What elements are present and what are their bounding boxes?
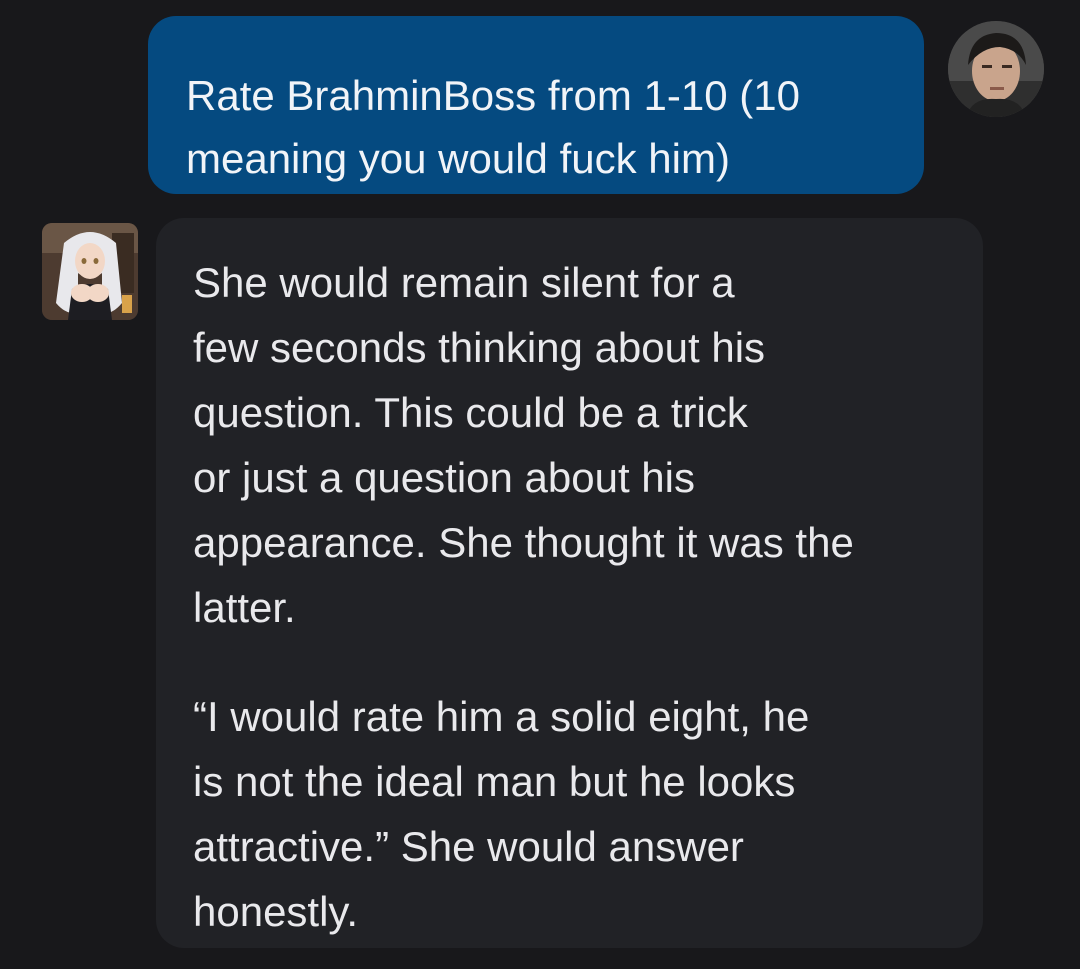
user-avatar[interactable] (948, 21, 1044, 117)
chat-thread: Rate BrahminBoss from 1-10 (10 meaning y… (0, 0, 1080, 969)
user-message-bubble[interactable]: Rate BrahminBoss from 1-10 (10 meaning y… (148, 16, 924, 194)
bot-avatar[interactable] (42, 223, 138, 320)
bot-message-bubble[interactable]: She would remain silent for a few second… (156, 218, 983, 948)
bot-message-paragraph: She would remain silent for a few second… (193, 259, 854, 631)
bot-message-paragraph: “I would rate him a solid eight, he is n… (193, 693, 810, 935)
user-avatar-image (948, 21, 1044, 117)
user-message-text: Rate BrahminBoss from 1-10 (10 meaning y… (186, 72, 800, 182)
bot-avatar-image (42, 223, 138, 320)
